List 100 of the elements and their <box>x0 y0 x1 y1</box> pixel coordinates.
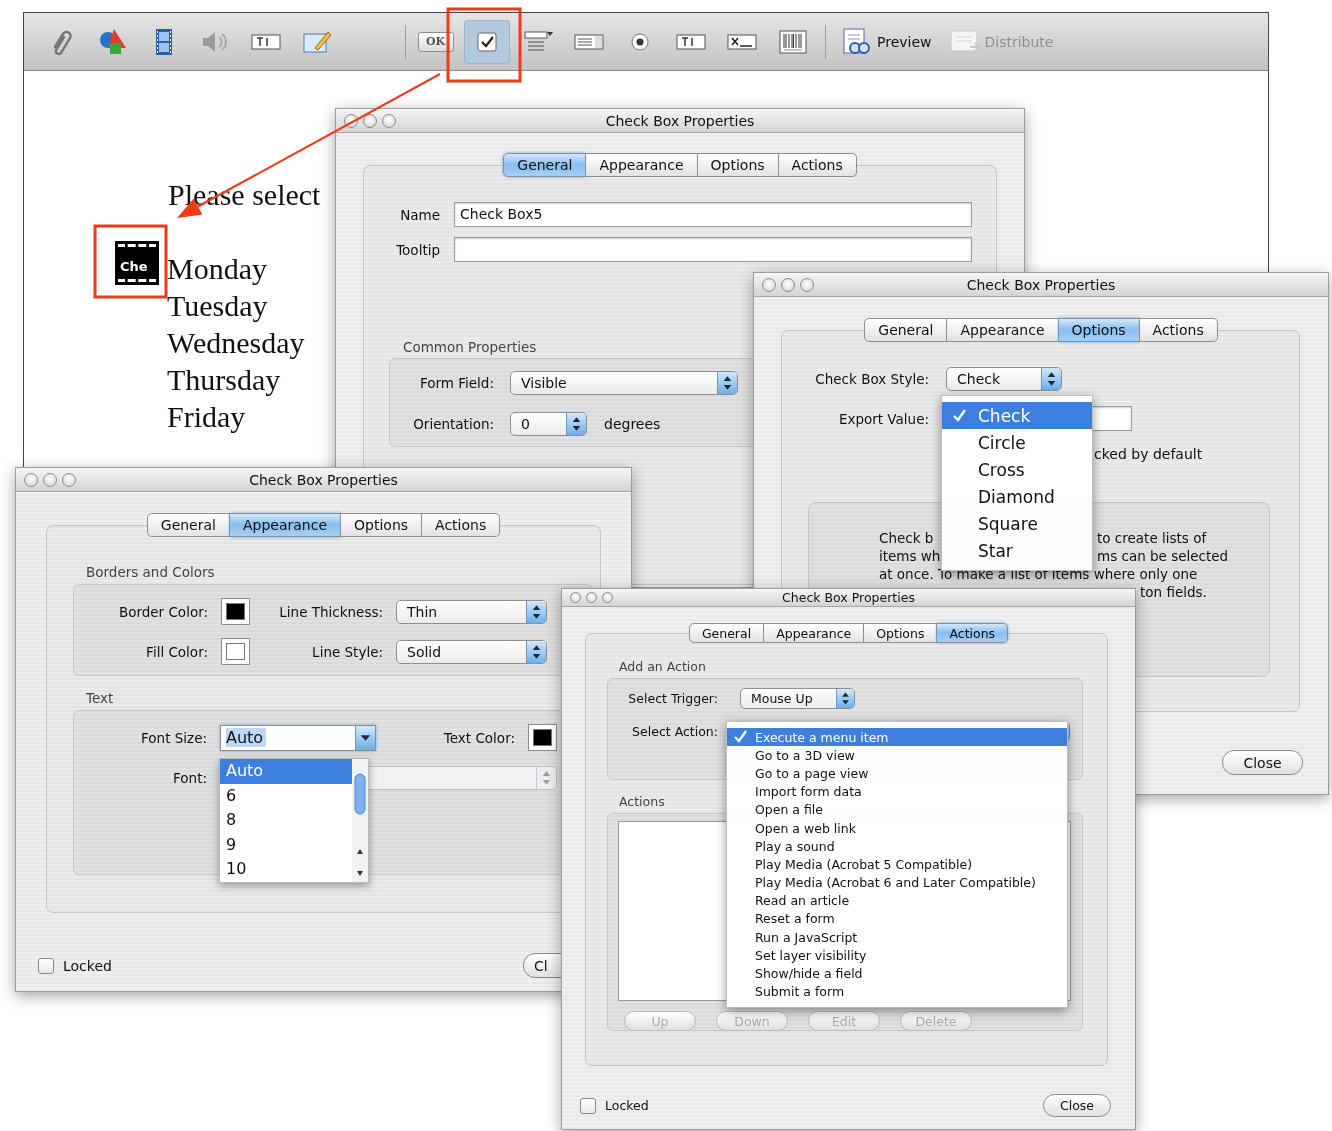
color-swatch[interactable] <box>221 638 250 665</box>
day-label: Wednesday <box>167 325 305 361</box>
dropdown[interactable]: Check <box>946 367 1062 391</box>
field-label: Orientation: <box>412 416 494 432</box>
tab[interactable]: Actions <box>937 623 1009 643</box>
tab[interactable]: Options <box>341 513 423 537</box>
list-item[interactable]: Auto <box>220 759 352 784</box>
color-swatch[interactable] <box>221 598 250 625</box>
minimize-button[interactable] <box>781 277 795 292</box>
field-label: Line Thickness: <box>278 603 383 620</box>
close-button[interactable] <box>762 277 776 292</box>
tab[interactable]: Appearance <box>586 153 698 177</box>
list-item[interactable]: 6 <box>220 783 352 809</box>
updown-arrows-icon <box>536 767 556 789</box>
combo-box[interactable]: Auto <box>220 724 376 751</box>
close-button[interactable] <box>570 592 581 603</box>
close-button[interactable]: Close <box>1222 750 1303 775</box>
day-label: Tuesday <box>167 288 269 324</box>
menu-item[interactable]: Circle <box>942 429 1092 456</box>
field-label: Tooltip <box>395 241 440 258</box>
menu-item[interactable]: Star <box>942 537 1092 564</box>
tab[interactable]: Actions <box>422 513 501 537</box>
unit-label: degrees <box>604 416 661 432</box>
form-field-widget[interactable]: Che <box>117 243 157 283</box>
checkbox-label: cked by default <box>1094 445 1204 463</box>
tab[interactable]: Appearance <box>229 513 342 537</box>
tab[interactable]: General <box>146 513 230 537</box>
minimize-button[interactable] <box>43 472 57 487</box>
field-label: Select Trigger: <box>627 691 718 706</box>
window-title: Check Box Properties <box>781 590 916 605</box>
field-label: Font: <box>172 770 207 786</box>
menu-item[interactable]: Diamond <box>942 483 1092 510</box>
menu-item[interactable]: Submit a form <box>727 982 1067 1001</box>
tab[interactable]: General <box>503 153 587 177</box>
tab[interactable]: Options <box>1058 318 1140 342</box>
color-swatch[interactable] <box>528 724 557 751</box>
menu-item[interactable]: Check <box>942 402 1092 429</box>
tab[interactable]: General <box>864 318 948 342</box>
day-label: Thursday <box>167 362 282 398</box>
field-label: Line Style: <box>311 643 383 660</box>
updown-arrows-icon <box>526 640 546 663</box>
tab[interactable]: Appearance <box>764 623 865 643</box>
dropdown[interactable]: Solid <box>396 639 547 664</box>
menu-item[interactable]: Play Media (Acrobat 5 Compatible) <box>727 855 1067 874</box>
menu-item[interactable]: Reset a form <box>727 909 1067 929</box>
toolbar-button[interactable]: Preview <box>836 26 936 57</box>
minimize-button[interactable] <box>363 113 377 128</box>
day-label: Friday <box>167 399 247 435</box>
dropdown[interactable]: Thin <box>396 599 547 624</box>
list-item[interactable]: 9 <box>220 832 352 858</box>
menu-item[interactable]: Go to a 3D view <box>727 746 1067 765</box>
field-label: Check Box Style: <box>814 371 929 387</box>
tab[interactable]: General <box>688 623 765 643</box>
menu-item[interactable]: Run a JavaScript <box>727 928 1067 947</box>
menu-item[interactable]: Go to a page view <box>727 764 1067 783</box>
menu-item[interactable]: Open a file <box>727 800 1067 819</box>
menu-item[interactable]: Cross <box>942 456 1092 483</box>
field-label: Fill Color: <box>145 643 208 660</box>
updown-arrows-icon <box>717 372 737 394</box>
menu-item[interactable]: Open a web link <box>727 818 1067 838</box>
description-text: to create lists of <box>1097 529 1207 547</box>
field-label: Form Field: <box>419 375 494 391</box>
menu-item[interactable]: Play Media (Acrobat 6 and Later Compatible) <box>727 873 1067 892</box>
zoom-button[interactable] <box>602 592 613 603</box>
group-title: Common Properties <box>403 338 537 356</box>
minimize-button[interactable] <box>586 592 597 603</box>
menu-item[interactable]: Square <box>942 510 1092 537</box>
zoom-button[interactable] <box>382 113 396 128</box>
field-label: Select Action: <box>631 724 718 739</box>
checkbox[interactable] <box>38 957 54 974</box>
field-label: Text Color: <box>442 729 515 746</box>
menu-item[interactable]: Import form data <box>727 782 1067 801</box>
tab[interactable]: Appearance <box>947 318 1059 342</box>
updown-arrows-icon <box>566 413 586 435</box>
tab[interactable]: Options <box>864 623 938 643</box>
tab[interactable]: Options <box>697 153 779 177</box>
menu-item[interactable]: Show/hide a field <box>727 964 1067 983</box>
dropdown[interactable]: Mouse Up <box>740 688 855 709</box>
tab[interactable]: Actions <box>778 153 857 177</box>
menu-item[interactable]: Set layer visibility <box>727 946 1067 965</box>
group-title: Borders and Colors <box>86 563 215 581</box>
zoom-button[interactable] <box>62 472 76 487</box>
text-field[interactable]: Check Box5 <box>454 202 972 227</box>
text-field[interactable] <box>454 237 972 262</box>
tool-button[interactable] <box>463 19 510 64</box>
list-item[interactable]: 8 <box>220 808 352 833</box>
menu-item[interactable]: Read an article <box>727 891 1067 910</box>
list-item[interactable]: 10 <box>220 857 352 882</box>
zoom-button[interactable] <box>800 277 814 292</box>
checkbox-label: Locked <box>605 1098 649 1113</box>
dropdown[interactable]: Visible <box>510 371 738 395</box>
tab[interactable]: Actions <box>1139 318 1218 342</box>
menu-item[interactable]: Play a sound <box>727 837 1067 856</box>
close-button[interactable] <box>24 472 38 487</box>
description-text: ms can be selected <box>1097 547 1229 565</box>
dropdown[interactable]: 0 <box>510 412 587 436</box>
checkbox[interactable] <box>580 1097 596 1114</box>
menu-item[interactable]: Execute a menu item <box>727 728 1067 747</box>
group-title: Actions <box>619 793 665 811</box>
close-button[interactable]: Close <box>1043 1094 1111 1117</box>
